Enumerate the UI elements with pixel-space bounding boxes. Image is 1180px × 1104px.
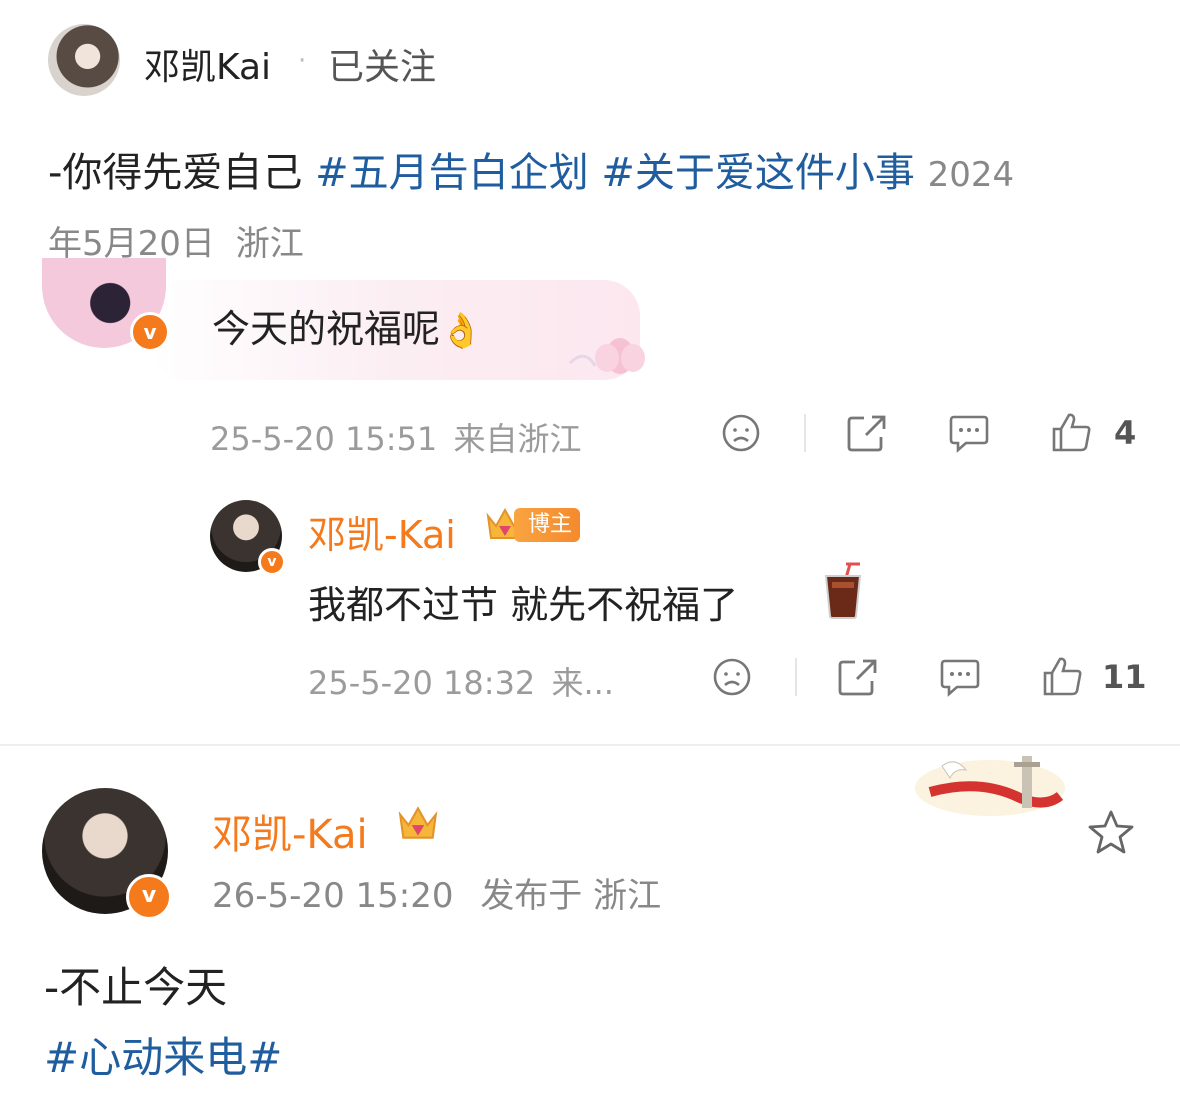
like-thumb-icon[interactable]: [1050, 410, 1094, 454]
verified-badge: v: [258, 548, 286, 576]
share-icon[interactable]: [837, 657, 879, 697]
comment-icon[interactable]: [948, 413, 990, 453]
separator-dot: ·: [298, 46, 307, 76]
hand-emoji-icon: 👌: [440, 311, 483, 351]
dislike-face-icon[interactable]: [721, 413, 761, 453]
post-text: -你得先爱自己: [48, 150, 303, 196]
reply-meta: 25-5-20 18:32 来...: [308, 658, 614, 704]
comment-time: 25-5-20 15:51: [210, 420, 438, 458]
author-name[interactable]: 邓凯Kai: [144, 38, 271, 90]
post-content: -你得先爱自己 #五月告白企划 #关于爱这件小事 2024: [48, 140, 1148, 208]
comment-icon[interactable]: [939, 657, 981, 697]
crown-icon: [398, 806, 438, 839]
reply-like-count: 11: [1102, 658, 1147, 696]
reply-time: 25-5-20 18:32: [308, 664, 536, 702]
author-avatar[interactable]: [48, 24, 120, 96]
action-separator: [804, 414, 806, 452]
comment-source: 来自浙江: [453, 420, 582, 458]
action-separator: [795, 658, 797, 696]
comment-meta: 25-5-20 15:51 来自浙江: [210, 414, 581, 460]
comment-like-count: 4: [1114, 414, 1137, 452]
topic-link[interactable]: #五月告白企划: [315, 150, 589, 196]
follow-status-button[interactable]: 已关注: [328, 38, 436, 90]
blogger-badge: 博主: [514, 508, 581, 542]
post-published: 发布于 浙江: [480, 876, 662, 916]
dislike-face-icon[interactable]: [712, 657, 752, 697]
cola-emoji-icon: [824, 562, 862, 619]
post-body-text: -不止今天: [44, 963, 228, 1012]
like-thumb-icon[interactable]: [1041, 654, 1085, 698]
verified-badge: v: [126, 874, 172, 920]
comment-text: 今天的祝福呢👌: [212, 307, 483, 351]
post-location: 浙江: [235, 224, 304, 264]
lotus-decoration-icon: [568, 338, 645, 374]
star-favorite-icon[interactable]: [1086, 808, 1136, 856]
reply-source: 来...: [551, 664, 614, 702]
post-time: 26-5-20 15:20: [212, 876, 454, 916]
reply-text: 我都不过节 就先不祝福了: [308, 583, 739, 627]
section-divider: [0, 744, 1180, 746]
topic-link[interactable]: #心动来电#: [44, 1024, 282, 1085]
post-meta: 26-5-20 15:20 发布于 浙江: [212, 868, 661, 917]
reply-author-name[interactable]: 邓凯-Kai: [308, 504, 456, 559]
topic-link[interactable]: #关于爱这件小事: [601, 150, 915, 196]
post-date-year: 2024: [927, 155, 1015, 195]
share-icon[interactable]: [846, 413, 888, 453]
decoration-banner-icon: [915, 756, 1065, 816]
post-author-name[interactable]: 邓凯-Kai: [212, 802, 368, 860]
verified-badge: v: [130, 312, 170, 352]
